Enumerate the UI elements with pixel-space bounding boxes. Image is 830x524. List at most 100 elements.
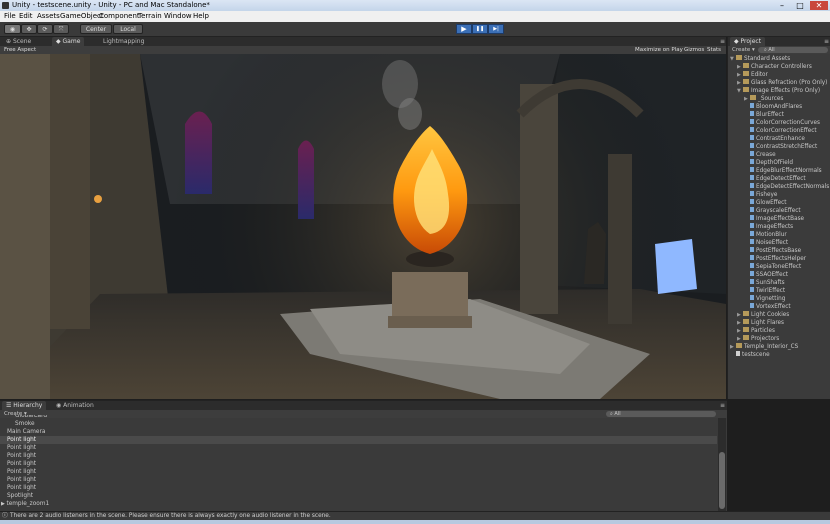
project-folder[interactable]: ▶ Particles: [728, 327, 775, 335]
project-asset[interactable]: ContrastStretchEffect: [728, 143, 817, 151]
hierarchy-item[interactable]: Smoke: [0, 420, 717, 428]
hierarchy-item[interactable]: Point light: [0, 484, 717, 492]
project-asset[interactable]: ColorCorrectionEffect: [728, 127, 817, 135]
project-asset[interactable]: ImageEffectBase: [728, 215, 804, 223]
project-asset[interactable]: EdgeDetectEffect: [728, 175, 806, 183]
project-folder[interactable]: ▶ Light Cookies: [728, 311, 789, 319]
script-icon: [750, 247, 754, 252]
project-asset[interactable]: Vignetting: [728, 295, 785, 303]
move-tool-button[interactable]: ✥: [21, 24, 37, 34]
project-asset[interactable]: ContrastEnhance: [728, 135, 805, 143]
project-folder[interactable]: ▶ Editor: [728, 71, 768, 79]
project-asset[interactable]: BlurEffect: [728, 111, 784, 119]
rotate-tool-button[interactable]: ⟳: [37, 24, 53, 34]
hand-tool-button[interactable]: ◉: [4, 24, 21, 34]
close-button[interactable]: ✕: [810, 1, 828, 10]
project-folder[interactable]: ▶ Temple_Interior_CS: [728, 343, 798, 351]
menu-assets[interactable]: Assets: [37, 11, 60, 22]
step-button[interactable]: ▶|: [488, 24, 504, 34]
project-asset[interactable]: GlowEffect: [728, 199, 787, 207]
hierarchy-item[interactable]: Point light: [0, 444, 717, 452]
hierarchy-item[interactable]: Point light: [0, 452, 717, 460]
project-asset[interactable]: VortexEffect: [728, 303, 791, 311]
pause-button[interactable]: ❚❚: [472, 24, 488, 34]
project-asset[interactable]: SunShafts: [728, 279, 785, 287]
hierarchy-item[interactable]: Point light: [0, 476, 717, 484]
play-button[interactable]: ▶: [456, 24, 472, 34]
menu-gameobject[interactable]: GameObject: [60, 11, 104, 22]
project-asset[interactable]: GrayscaleEffect: [728, 207, 801, 215]
project-asset[interactable]: SSAOEffect: [728, 271, 788, 279]
project-asset[interactable]: PostEffectsHelper: [728, 255, 806, 263]
project-search-input[interactable]: ⌕ All: [758, 47, 828, 53]
project-asset[interactable]: Fisheye: [728, 191, 777, 199]
menu-terrain[interactable]: Terrain: [138, 11, 162, 22]
aspect-dropdown[interactable]: Free Aspect: [4, 46, 36, 54]
project-asset[interactable]: NoiseEffect: [728, 239, 788, 247]
scale-tool-button[interactable]: ⤧: [53, 24, 69, 34]
hierarchy-item[interactable]: Point light: [0, 436, 717, 444]
project-asset[interactable]: PostEffectsBase: [728, 247, 801, 255]
project-folder[interactable]: ▶ Projectors: [728, 335, 779, 343]
tab-project-label: Project: [740, 38, 762, 45]
maximize-on-play-toggle[interactable]: Maximize on Play: [635, 46, 683, 54]
hierarchy-item[interactable]: Spotlight: [0, 492, 717, 500]
project-item-label: ContrastEnhance: [756, 136, 805, 142]
hierarchy-item[interactable]: Main Camera: [0, 428, 717, 436]
project-create-dropdown[interactable]: Create ▾: [732, 46, 755, 54]
project-menu-icon[interactable]: ≡: [820, 37, 830, 46]
hierarchy-item-label: GlobalCard: [15, 415, 48, 419]
pivot-local-button[interactable]: Local: [113, 24, 143, 34]
tab-project[interactable]: ◆ Project: [730, 37, 766, 46]
project-folder[interactable]: ▼ Image Effects (Pro Only): [728, 87, 820, 95]
hierarchy-scrollbar[interactable]: [718, 418, 726, 512]
project-asset[interactable]: EdgeBlurEffectNormals: [728, 167, 822, 175]
project-scene[interactable]: testscene: [728, 351, 770, 359]
scrollbar-thumb[interactable]: [719, 452, 725, 509]
tab-scene[interactable]: ⊕ Scene: [2, 37, 35, 46]
game-viewport[interactable]: [0, 54, 726, 399]
tab-hierarchy[interactable]: ☰ Hierarchy: [2, 401, 47, 410]
hierarchy-item[interactable]: Point light: [0, 468, 717, 476]
hierarchy-item[interactable]: Point light: [0, 460, 717, 468]
space-label: Local: [120, 26, 136, 33]
project-asset[interactable]: SepiaToneEffect: [728, 263, 801, 271]
project-asset[interactable]: MotionBlur: [728, 231, 787, 239]
toolbar: ◉ ✥ ⟳ ⤧ Center Local ▶ ❚❚ ▶|: [0, 22, 830, 37]
menu-edit[interactable]: Edit: [19, 11, 33, 22]
tab-animation[interactable]: ◉ Animation: [52, 401, 98, 410]
project-item-label: ColorCorrectionEffect: [756, 128, 817, 134]
project-asset[interactable]: Crease: [728, 151, 776, 159]
minimize-button[interactable]: –: [774, 1, 790, 10]
project-asset[interactable]: ColorCorrectionCurves: [728, 119, 820, 127]
menu-component[interactable]: Component: [99, 11, 140, 22]
tab-game[interactable]: ◆ Game: [52, 37, 85, 46]
gizmos-toggle[interactable]: Gizmos: [684, 46, 704, 54]
script-icon: [750, 207, 754, 212]
project-asset[interactable]: BloomAndFlares: [728, 103, 802, 111]
menu-file[interactable]: File: [4, 11, 16, 22]
hierarchy-item[interactable]: ▶ temple_zoom1: [0, 500, 717, 508]
menu-window[interactable]: Window: [164, 11, 192, 22]
project-asset[interactable]: ImageEffects: [728, 223, 793, 231]
project-folder[interactable]: ▶ Light Flares: [728, 319, 784, 327]
project-folder[interactable]: ▶ _Sources: [728, 95, 783, 103]
tab-animation-label: Animation: [63, 402, 94, 409]
project-asset[interactable]: DepthOfField: [728, 159, 793, 167]
project-asset[interactable]: EdgeDetectEffectNormals: [728, 183, 829, 191]
stats-toggle[interactable]: Stats: [707, 46, 721, 54]
hierarchy-item-label: Point light: [7, 469, 37, 475]
pivot-center-button[interactable]: Center: [80, 24, 112, 34]
menu-help[interactable]: Help: [193, 11, 209, 22]
hierarchy-panel: ☰ Hierarchy ◉ Animation ≡ Create ▾ ⌕ All…: [0, 400, 727, 512]
project-folder[interactable]: ▶ Character Controllers: [728, 63, 812, 71]
script-icon: [750, 119, 754, 124]
hierarchy-menu-icon[interactable]: ≡: [716, 401, 729, 410]
project-item-label: MotionBlur: [756, 232, 787, 238]
tab-lightmapping[interactable]: Lightmapping: [99, 37, 148, 46]
maximize-button[interactable]: □: [792, 1, 808, 10]
pivot-label: Center: [85, 26, 107, 33]
project-asset[interactable]: TwirlEffect: [728, 287, 785, 295]
project-folder[interactable]: ▼ Standard Assets: [728, 55, 790, 63]
project-folder[interactable]: ▶ Glass Refraction (Pro Only): [728, 79, 827, 87]
